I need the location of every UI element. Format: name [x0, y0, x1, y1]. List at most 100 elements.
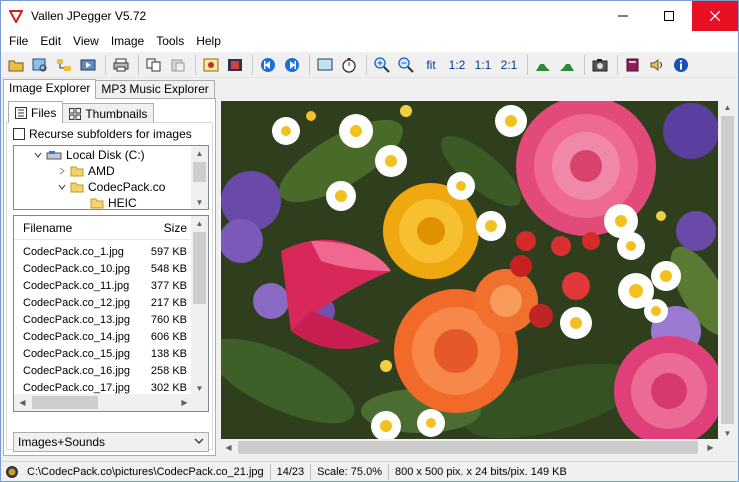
file-list-row[interactable]: CodecPack.co_12.jpg 217 KB — [14, 294, 193, 311]
menu-image[interactable]: Image — [105, 31, 150, 52]
minimize-button[interactable] — [600, 1, 646, 31]
file-size: 760 KB — [150, 313, 187, 326]
viewer-hscroll-thumb[interactable] — [238, 441, 698, 454]
zoom-2-1-button[interactable]: 2:1 — [497, 54, 521, 76]
toolbar-separator — [195, 54, 196, 75]
about-button[interactable] — [670, 54, 692, 76]
tree-item-codecpack[interactable]: CodecPack.co — [58, 179, 165, 195]
window-title: Vallen JPegger V5.72 — [31, 9, 147, 23]
timer-button[interactable] — [338, 54, 360, 76]
column-size[interactable]: Size — [164, 221, 187, 235]
files-list-icon — [15, 106, 27, 119]
file-list-row[interactable]: CodecPack.co_14.jpg 606 KB — [14, 328, 193, 345]
zoom-1-1-button[interactable]: 1:1 — [471, 54, 495, 76]
mountain-rotate-left-icon — [536, 60, 550, 71]
recurse-subfolders-checkbox[interactable]: Recurse subfolders for images — [13, 127, 192, 141]
tab-files[interactable]: Files — [8, 101, 64, 123]
menu-file[interactable]: File — [3, 31, 34, 52]
slideshow-button[interactable] — [77, 54, 99, 76]
scroll-up-icon[interactable]: ▲ — [719, 100, 736, 114]
file-list-vscrollbar[interactable]: ▲ ▼ — [191, 216, 208, 395]
viewer-vscroll-thumb[interactable] — [721, 116, 734, 424]
viewer-vscrollbar[interactable]: ▲ ▼ — [719, 100, 736, 440]
tree-item-local-disk[interactable]: Local Disk (C:) — [34, 147, 145, 163]
folder-icon — [70, 182, 84, 193]
file-list-row[interactable]: CodecPack.co_15.jpg 138 KB — [14, 345, 193, 362]
scroll-up-icon[interactable]: ▲ — [191, 216, 208, 230]
chevron-down-icon — [34, 152, 42, 158]
scroll-left-icon[interactable]: ◀ — [14, 396, 31, 410]
sound-button[interactable] — [646, 54, 668, 76]
scroll-down-icon[interactable]: ▼ — [719, 426, 736, 440]
zoom-fit-button[interactable]: fit — [419, 54, 443, 76]
file-size: 258 KB — [150, 364, 187, 377]
file-type-filter-select[interactable]: Images+Sounds — [13, 432, 209, 452]
scroll-up-icon[interactable]: ▲ — [191, 146, 208, 160]
tree-scroll-thumb[interactable] — [193, 162, 206, 182]
toolbar-separator — [617, 54, 618, 75]
folder-tree-button[interactable] — [53, 54, 75, 76]
browse-image-button[interactable] — [29, 54, 51, 76]
tree-item-heic[interactable]: HEIC — [90, 195, 137, 209]
file-name: CodecPack.co_14.jpg — [23, 330, 131, 343]
status-bar: C:\CodecPack.co\pictures\CodecPack.co_21… — [1, 461, 738, 481]
file-list-vscroll-thumb[interactable] — [193, 232, 206, 304]
filmstrip-button[interactable] — [224, 54, 246, 76]
menu-help[interactable]: Help — [190, 31, 227, 52]
scroll-corner — [191, 394, 208, 411]
title-bar[interactable]: Vallen JPegger V5.72 — [1, 1, 738, 31]
menu-edit[interactable]: Edit — [34, 31, 67, 52]
tab-thumbnails[interactable]: Thumbnails — [62, 103, 155, 123]
thumbnails-grid-icon — [69, 107, 82, 120]
file-name: CodecPack.co_12.jpg — [23, 296, 131, 309]
scroll-right-icon[interactable]: ▶ — [702, 441, 719, 455]
toolbar-separator — [527, 54, 528, 75]
file-size: 302 KB — [150, 381, 187, 394]
print-button[interactable] — [110, 54, 132, 76]
rotate-left-button[interactable] — [532, 54, 554, 76]
file-list-hscroll-thumb[interactable] — [32, 396, 98, 409]
tab-mp3-music-explorer[interactable]: MP3 Music Explorer — [95, 80, 215, 99]
folder-tree[interactable]: Local Disk (C:) AMD CodecPack.co HEIC ▲ … — [13, 145, 209, 210]
paste-button[interactable] — [167, 54, 189, 76]
open-folder-button[interactable] — [5, 54, 27, 76]
tab-image-explorer[interactable]: Image Explorer — [3, 79, 97, 99]
scroll-down-icon[interactable]: ▼ — [191, 195, 208, 209]
fullscreen-button[interactable] — [314, 54, 336, 76]
tree-item-amd[interactable]: AMD — [58, 163, 115, 179]
column-filename[interactable]: Filename — [23, 221, 72, 235]
file-list[interactable]: Filename Size CodecPack.co_1.jpg 597 KB Co… — [13, 215, 209, 412]
scroll-down-icon[interactable]: ▼ — [191, 381, 208, 395]
flower-photo[interactable] — [221, 101, 718, 440]
zoom-out-button[interactable] — [395, 54, 417, 76]
close-button[interactable] — [692, 1, 738, 31]
image-viewer[interactable]: ▲ ▼ ◀ ▶ — [220, 100, 736, 456]
menu-tools[interactable]: Tools — [150, 31, 190, 52]
folder-icon — [90, 198, 104, 209]
file-list-hscrollbar[interactable]: ◀ ▶ — [14, 394, 193, 411]
copy-button[interactable] — [143, 54, 165, 76]
settings-button[interactable] — [200, 54, 222, 76]
checkbox-box[interactable] — [13, 128, 25, 140]
file-list-row[interactable]: CodecPack.co_10.jpg 548 KB — [14, 260, 193, 277]
file-list-row[interactable]: CodecPack.co_16.jpg 258 KB — [14, 362, 193, 379]
camera-button[interactable] — [589, 54, 611, 76]
file-list-row[interactable]: CodecPack.co_1.jpg 597 KB — [14, 243, 193, 260]
zoom-in-button[interactable] — [371, 54, 393, 76]
viewer-hscrollbar[interactable]: ◀ ▶ — [220, 439, 719, 456]
previous-image-button[interactable] — [257, 54, 279, 76]
file-list-row[interactable]: CodecPack.co_13.jpg 760 KB — [14, 311, 193, 328]
file-list-row[interactable]: CodecPack.co_11.jpg 377 KB — [14, 277, 193, 294]
file-size: 138 KB — [150, 347, 187, 360]
next-image-button[interactable] — [281, 54, 303, 76]
zoom-1-2-button[interactable]: 1:2 — [445, 54, 469, 76]
tree-item-label: AMD — [88, 164, 115, 178]
tree-scrollbar[interactable]: ▲ ▼ — [191, 146, 208, 209]
scroll-left-icon[interactable]: ◀ — [220, 441, 237, 455]
rotate-right-button[interactable] — [556, 54, 578, 76]
open-folder-icon — [8, 60, 24, 71]
help-book-button[interactable] — [622, 54, 644, 76]
maximize-button[interactable] — [646, 1, 692, 31]
chevron-right-icon — [59, 167, 65, 175]
menu-view[interactable]: View — [67, 31, 105, 52]
